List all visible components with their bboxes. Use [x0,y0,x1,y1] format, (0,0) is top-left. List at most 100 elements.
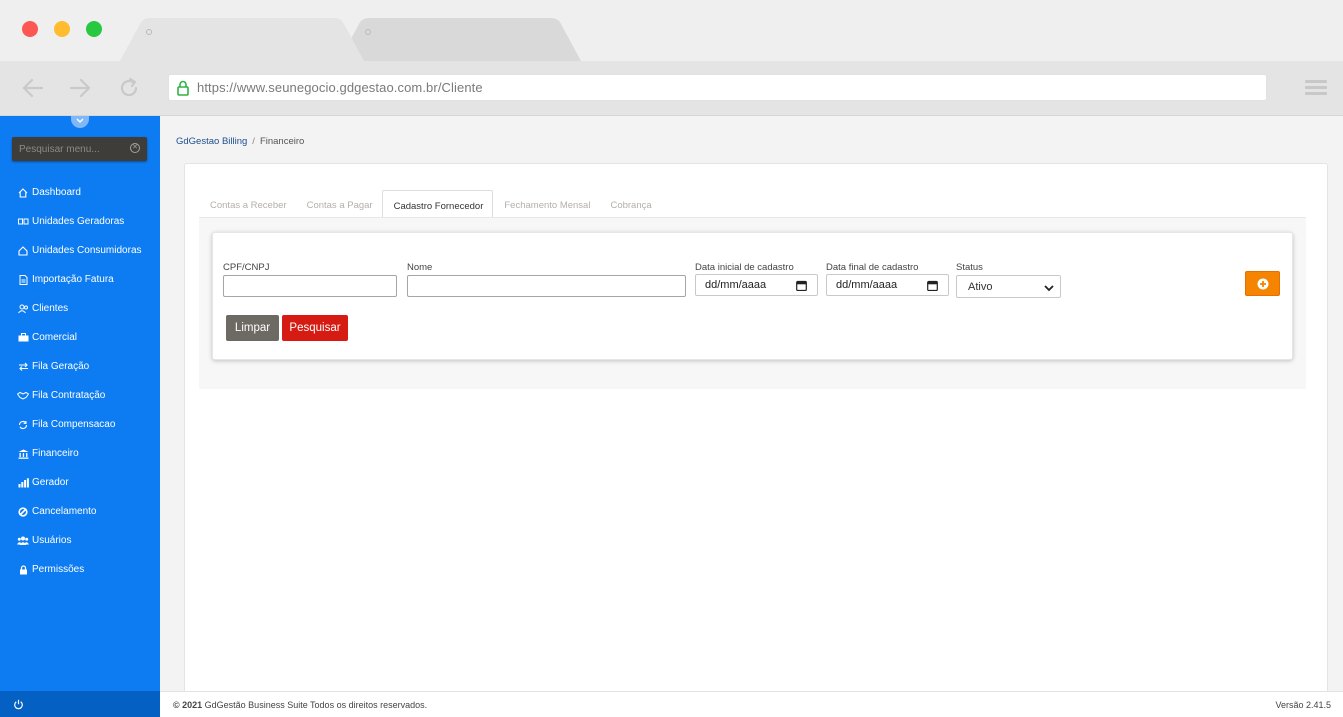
sidebar-item-usuarios[interactable]: Usuários [0,526,160,555]
data-inicial-label: Data inicial de cadastro [695,262,794,273]
search-button[interactable]: Pesquisar [282,315,348,341]
sidebar-item-label: Permissões [32,564,85,575]
browser-tab-active[interactable] [120,18,364,61]
url-text: https://www.seunegocio.gdgestao.com.br/C… [197,80,483,95]
sidebar-item-fila-geracao[interactable]: Fila Geração [0,352,160,381]
sidebar-item-importacao-fatura[interactable]: Importação Fatura [0,265,160,294]
calendar-icon[interactable] [927,280,938,294]
nome-label: Nome [407,262,433,273]
sidebar-collapse-toggle[interactable] [71,116,89,128]
sidebar-menu: Dashboard Unidades Geradoras Unidades Co… [0,178,160,584]
clear-button[interactable]: Limpar [226,315,279,341]
tab-bar: Contas a Receber Contas a Pagar Cadastro… [199,190,661,218]
breadcrumb-root-link[interactable]: GdGestao Billing [176,136,247,147]
sidebar-item-label: Fila Geração [32,361,90,372]
sidebar-item-label: Usuários [32,535,72,546]
home-icon [17,187,29,199]
chevron-down-icon [76,118,84,123]
sidebar-item-clientes[interactable]: Clientes [0,294,160,323]
status-label: Status [956,262,983,273]
data-final-value: dd/mm/aaaa [836,279,898,291]
sidebar-item-label: Comercial [32,332,78,343]
calendar-icon[interactable] [796,280,807,294]
secure-lock-icon [176,80,190,101]
financeiro-panel: Contas a Receber Contas a Pagar Cadastro… [184,163,1328,708]
main-content: GdGestao Billing / Financeiro Contas a Rec… [160,116,1343,708]
sidebar-item-label: Unidades Geradoras [32,216,125,227]
data-inicial-value: dd/mm/aaaa [705,279,767,291]
generator-icon [17,216,29,228]
sidebar-item-gerador[interactable]: Gerador [0,468,160,497]
sidebar-item-dashboard[interactable]: Dashboard [0,178,160,207]
signal-icon [17,477,29,489]
tab-contas-a-receber[interactable]: Contas a Receber [199,190,296,218]
tab-fechamento-mensal[interactable]: Fechamento Mensal [493,190,599,218]
tab-favicon-icon [146,29,152,35]
filter-card: CPF/CNPJ Nome Data inicial de cadastro d… [212,232,1293,360]
sidebar-item-fila-compensacao[interactable]: Fila Compensacao [0,410,160,439]
sidebar-item-label: Financeiro [32,448,79,459]
address-bar[interactable]: https://www.seunegocio.gdgestao.com.br/C… [168,74,1267,101]
sidebar-item-label: Dashboard [32,187,81,198]
minimize-window-button[interactable] [54,21,70,37]
add-fornecedor-button[interactable] [1245,271,1280,296]
ban-icon [17,506,29,518]
browser-menu-icon[interactable] [1305,80,1327,96]
reload-icon[interactable] [116,75,142,101]
breadcrumb-current: Financeiro [259,136,305,147]
data-final-field[interactable]: dd/mm/aaaa [826,274,949,296]
sidebar-item-label: Clientes [32,303,69,314]
power-icon[interactable] [13,699,24,710]
bank-icon [17,448,29,460]
copyright-year: © 2021 [173,700,203,710]
footer: © 2021 GdGestão Business Suite Todos os … [160,691,1343,717]
sidebar-item-cancelamento[interactable]: Cancelamento [0,497,160,526]
back-arrow-icon[interactable] [20,75,46,101]
menu-search-input[interactable] [12,137,124,161]
tab-content: CPF/CNPJ Nome Data inicial de cadastro d… [199,217,1306,389]
cpf-cnpj-field[interactable] [223,275,397,297]
status-selected-value: Ativo [968,281,993,293]
sidebar-item-unidades-consumidoras[interactable]: Unidades Consumidoras [0,236,160,265]
forward-arrow-icon[interactable] [67,75,93,101]
chevron-down-icon [1044,283,1054,295]
house-icon [17,245,29,257]
sidebar-item-comercial[interactable]: Comercial [0,323,160,352]
sidebar-item-label: Fila Compensacao [32,419,116,430]
sidebar-item-unidades-geradoras[interactable]: Unidades Geradoras [0,207,160,236]
file-icon [17,274,29,286]
close-window-button[interactable] [22,21,38,37]
sidebar-item-label: Cancelamento [32,506,97,517]
sidebar-item-label: Gerador [32,477,69,488]
sidebar-item-label: Fila Contratação [32,390,106,401]
sidebar-item-fila-contratacao[interactable]: Fila Contratação [0,381,160,410]
browser-tab-inactive[interactable] [339,18,581,61]
sync-icon [17,419,29,431]
breadcrumb: GdGestao Billing / Financeiro [176,136,304,147]
nome-field[interactable] [407,275,686,297]
breadcrumb-separator: / [252,136,255,147]
menu-search: ✕ [12,137,147,161]
handshake-icon [17,390,29,402]
lock-icon [17,564,29,576]
tab-cadastro-fornecedor[interactable]: Cadastro Fornecedor [381,190,494,218]
tab-cobranca[interactable]: Cobrança [599,190,660,218]
users-icon [17,303,29,315]
copyright-body: GdGestão Business Suite Todos os direito… [202,700,428,710]
tab-contas-a-pagar[interactable]: Contas a Pagar [296,190,382,218]
data-inicial-field[interactable]: dd/mm/aaaa [695,274,818,296]
sidebar-item-financeiro[interactable]: Financeiro [0,439,160,468]
clear-search-icon[interactable]: ✕ [130,143,140,153]
tab-favicon-icon [365,29,371,35]
data-final-label: Data final de cadastro [826,262,919,273]
plus-circle-icon [1257,278,1269,290]
version-text: Versão 2.41.5 [1275,700,1331,710]
briefcase-icon [17,332,29,344]
maximize-window-button[interactable] [86,21,102,37]
status-select[interactable]: Ativo [956,275,1061,298]
sidebar-item-permissoes[interactable]: Permissões [0,555,160,584]
group-icon [17,535,29,547]
sidebar: ✕ Dashboard Unidades Geradoras Unidades … [0,116,160,717]
cpf-cnpj-label: CPF/CNPJ [223,262,270,273]
logout-bar[interactable] [0,691,160,717]
